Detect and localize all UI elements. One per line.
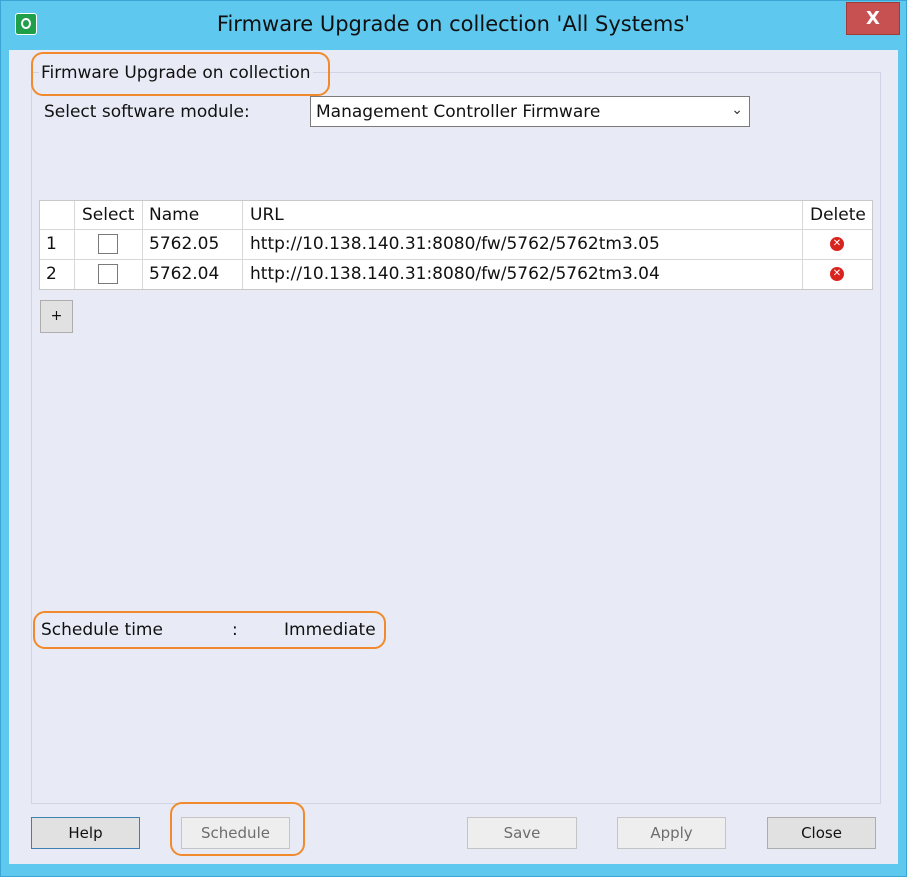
schedule-button[interactable]: Schedule	[181, 817, 290, 849]
row-separator	[40, 259, 872, 260]
close-icon: X	[866, 8, 880, 29]
chevron-down-icon[interactable]: ⌄	[731, 102, 743, 118]
row-select-checkbox[interactable]	[98, 264, 118, 284]
column-header-url[interactable]: URL	[250, 205, 284, 225]
group-title: Firmware Upgrade on collection	[39, 63, 313, 83]
row-name[interactable]: 5762.04	[149, 264, 219, 284]
column-header-delete[interactable]: Delete	[810, 205, 866, 225]
close-button[interactable]: Close	[767, 817, 876, 849]
row-name[interactable]: 5762.05	[149, 234, 219, 254]
software-module-select[interactable]: Management Controller Firmware ⌄	[310, 96, 750, 127]
column-header-select[interactable]: Select	[82, 205, 134, 225]
column-header-name[interactable]: Name	[149, 205, 199, 225]
schedule-separator: :	[232, 620, 238, 640]
firmware-upgrade-dialog: Firmware Upgrade on collection 'All Syst…	[0, 0, 907, 877]
collection-groupbox	[31, 72, 881, 804]
close-window-button[interactable]: X	[846, 2, 900, 35]
row-url[interactable]: http://10.138.140.31:8080/fw/5762/5762tm…	[250, 234, 660, 254]
column-separator	[802, 201, 803, 289]
module-label: Select software module:	[44, 102, 250, 122]
add-row-button[interactable]: +	[40, 300, 73, 333]
column-separator	[242, 201, 243, 289]
row-index: 1	[46, 234, 57, 254]
dialog-client-area: Firmware Upgrade on collection Select so…	[9, 50, 898, 864]
save-button[interactable]: Save	[467, 817, 577, 849]
schedule-value: Immediate	[284, 620, 376, 640]
header-separator	[40, 229, 872, 230]
apply-button[interactable]: Apply	[617, 817, 726, 849]
window-title: Firmware Upgrade on collection 'All Syst…	[216, 12, 691, 36]
help-button[interactable]: Help	[31, 817, 140, 849]
delete-x-icon[interactable]: ✕	[830, 267, 844, 281]
schedule-label: Schedule time	[41, 620, 163, 640]
row-select-checkbox[interactable]	[98, 234, 118, 254]
column-separator	[74, 201, 75, 289]
row-index: 2	[46, 264, 57, 284]
delete-x-icon[interactable]: ✕	[830, 237, 844, 251]
row-url[interactable]: http://10.138.140.31:8080/fw/5762/5762tm…	[250, 264, 660, 284]
title-bar[interactable]: Firmware Upgrade on collection 'All Syst…	[1, 1, 906, 49]
plus-icon: +	[50, 308, 63, 324]
software-module-value: Management Controller Firmware	[316, 102, 601, 122]
column-separator	[142, 201, 143, 289]
firmware-table: Select Name URL Delete 1 5762.05 http://…	[39, 200, 873, 290]
